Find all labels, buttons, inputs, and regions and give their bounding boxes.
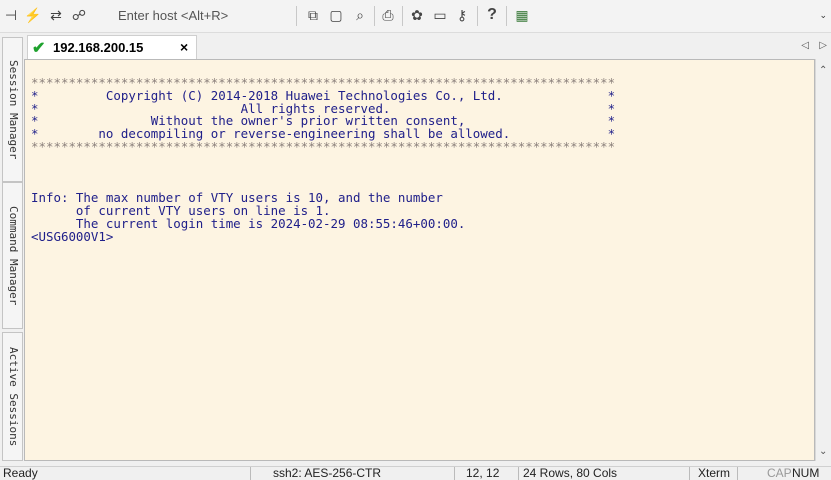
status-cursor-position: 12, 12 — [466, 466, 500, 480]
copy-icon[interactable]: ⧉ — [304, 6, 322, 24]
active-sessions-tab[interactable]: Active Sessions — [2, 332, 23, 461]
options-icon[interactable]: ▭ — [431, 6, 449, 24]
quick-connect-icon[interactable]: ⚡ — [24, 6, 42, 24]
status-numlock: NUM — [792, 466, 820, 480]
sftp-icon[interactable]: ▦ — [513, 6, 531, 24]
reconnect-icon[interactable]: ⇄ — [47, 6, 65, 24]
vertical-scrollbar[interactable]: ⌃ ⌄ — [815, 59, 831, 461]
side-panel: Session Manager Command Manager Active S… — [0, 33, 24, 465]
connect-icon[interactable]: ⊣ — [2, 6, 20, 24]
scroll-up-icon[interactable]: ⌃ — [819, 65, 827, 76]
tab-scroll-right-icon[interactable]: ▷ — [819, 40, 827, 51]
close-icon[interactable]: × — [180, 39, 188, 55]
status-divider — [737, 467, 738, 480]
connected-check-icon: ✔ — [32, 40, 46, 57]
link-icon[interactable]: ☍ — [70, 6, 88, 24]
status-terminal-type: Xterm — [698, 466, 731, 480]
toolbar-separator — [296, 6, 297, 26]
toolbar-separator — [477, 6, 478, 26]
toolbar-separator — [402, 6, 403, 26]
toolbar-separator — [374, 6, 375, 26]
help-icon[interactable]: ? — [483, 6, 501, 24]
terminal-output: ****************************************… — [25, 60, 814, 243]
status-cipher: ssh2: AES-256-CTR — [273, 466, 382, 480]
command-manager-tab[interactable]: Command Manager — [2, 182, 23, 329]
tab-scroll-left-icon[interactable]: ◁ — [801, 40, 809, 51]
status-bar: Ready ssh2: AES-256-CTR 12, 12 24 Rows, … — [0, 466, 831, 480]
session-tab[interactable]: ✔ 192.168.200.15 × — [27, 35, 197, 59]
scroll-down-icon[interactable]: ⌄ — [819, 446, 827, 457]
chevron-down-icon[interactable]: ⌄ — [819, 10, 827, 21]
toolbar-separator — [506, 6, 507, 26]
status-ready: Ready — [3, 466, 38, 480]
settings-icon[interactable]: ✿ — [408, 6, 426, 24]
status-terminal-size: 24 Rows, 80 Cols — [523, 466, 618, 480]
tab-title[interactable]: 192.168.200.15 — [53, 40, 143, 55]
status-divider — [454, 467, 455, 480]
session-manager-tab[interactable]: Session Manager — [2, 37, 23, 182]
print-icon[interactable]: ⎙ — [379, 6, 397, 24]
banner-border: ****************************************… — [31, 138, 616, 154]
tab-bar: ✔ 192.168.200.15 × ◁ ▷ — [24, 33, 831, 59]
status-divider — [250, 467, 251, 480]
terminal-area[interactable]: ****************************************… — [24, 59, 815, 461]
status-caps: CAP — [767, 466, 792, 480]
toolbar: ⊣ ⚡ ⇄ ☍ Enter host <Alt+R> ⧉ ▢ ⌕ ⎙ ✿ ▭ ⚷… — [0, 0, 831, 33]
find-icon[interactable]: ⌕ — [351, 6, 369, 24]
status-divider — [518, 467, 519, 480]
status-divider — [689, 467, 690, 480]
prompt: <USG6000V1> — [31, 228, 114, 244]
key-icon[interactable]: ⚷ — [453, 6, 471, 24]
host-input[interactable]: Enter host <Alt+R> — [118, 8, 228, 23]
paste-icon[interactable]: ▢ — [327, 6, 345, 24]
